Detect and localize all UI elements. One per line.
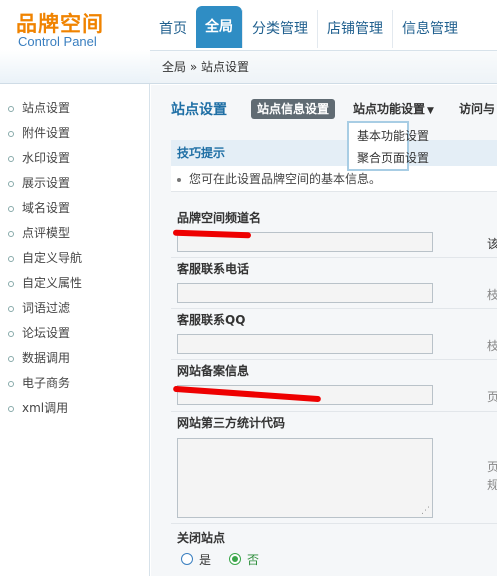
stats-hint-2: 规 [487, 478, 497, 492]
phone-hint: 枝 [487, 288, 497, 302]
top-nav: 首页 全局 分类管理 店铺管理 信息管理 [150, 6, 497, 48]
bullet-icon [8, 255, 14, 262]
qq-hint: 枝 [487, 339, 497, 353]
header: 品牌空间 Control Panel 首页 全局 分类管理 店铺管理 信息管理 [0, 0, 497, 50]
subtab-site-info[interactable]: 站点信息设置 [251, 99, 336, 119]
subtab-label: 站点功能设置 [353, 102, 426, 116]
bullet-icon [8, 105, 14, 112]
sidebar-item-label: 水印设置 [22, 151, 71, 165]
subtab-site-function[interactable]: 站点功能设置 ▼ [347, 99, 440, 119]
radio-no-label: 否 [247, 552, 260, 567]
sidebar-item-attachment[interactable]: 附件设置 [0, 121, 149, 146]
sidebar: 站点设置 附件设置 水印设置 展示设置 域名设置 点评模型 自定义导航 自定义属… [0, 84, 150, 576]
bullet-icon [8, 380, 14, 387]
radio-yes-label: 是 [199, 552, 212, 567]
channel-name-hint: 该 [487, 237, 497, 251]
sidebar-item-label: 附件设置 [22, 126, 71, 140]
nav-tab-global[interactable]: 全局 [196, 6, 242, 48]
settings-panel: 技巧提示 您可在此设置品牌空间的基本信息。 品牌空间频道名 该 客服联系电话 枝… [171, 140, 497, 576]
dot-icon [177, 177, 181, 182]
dropdown-item-aggregate[interactable]: 聚合页面设置 [349, 147, 429, 169]
nav-tab-home[interactable]: 首页 [150, 10, 196, 48]
bullet-icon [8, 205, 14, 212]
stats-label: 网站第三方统计代码 [177, 416, 286, 430]
tips-title: 技巧提示 [171, 140, 497, 166]
sidebar-item-site[interactable]: 站点设置 [0, 96, 149, 121]
bullet-icon [8, 305, 14, 312]
nav-tab-info[interactable]: 信息管理 [392, 10, 467, 48]
resize-grip-icon[interactable]: ⋰ [421, 506, 430, 516]
stats-hint-1: 页 [487, 460, 497, 474]
sidebar-item-watermark[interactable]: 水印设置 [0, 146, 149, 171]
sidebar-item-custom-attr[interactable]: 自定义属性 [0, 271, 149, 296]
page-header: 站点设置 站点信息设置 站点功能设置 ▼ 访问与 [171, 99, 497, 121]
sidebar-item-label: 自定义导航 [22, 251, 83, 265]
sidebar-item-label: 站点设置 [22, 101, 71, 115]
sidebar-item-label: 论坛设置 [22, 326, 71, 340]
radio-yes[interactable] [181, 553, 193, 565]
sidebar-item-xml[interactable]: xml调用 [0, 396, 149, 421]
divider [171, 257, 497, 258]
function-dropdown-menu: 基本功能设置 聚合页面设置 [347, 121, 429, 171]
sidebar-item-label: 展示设置 [22, 176, 71, 190]
divider [171, 411, 497, 412]
page-title: 站点设置 [171, 102, 227, 118]
nav-tab-shop[interactable]: 店铺管理 [317, 10, 392, 48]
qq-label: 客服联系QQ [177, 313, 246, 327]
sidebar-item-domain[interactable]: 域名设置 [0, 196, 149, 221]
bullet-icon [8, 180, 14, 187]
bullet-icon [8, 155, 14, 162]
sidebar-item-label: 电子商务 [22, 376, 71, 390]
tips-body: 您可在此设置品牌空间的基本信息。 [171, 166, 497, 192]
phone-label: 客服联系电话 [177, 262, 250, 276]
caret-down-icon: ▼ [427, 106, 434, 116]
phone-input[interactable] [177, 283, 433, 303]
divider [171, 523, 497, 524]
bullet-icon [8, 280, 14, 287]
sidebar-item-label: 自定义属性 [22, 276, 83, 290]
close-site-label: 关闭站点 [177, 531, 226, 545]
sidebar-item-data-call[interactable]: 数据调用 [0, 346, 149, 371]
tips-text: 您可在此设置品牌空间的基本信息。 [189, 172, 382, 186]
qq-input[interactable] [177, 334, 433, 354]
divider [171, 359, 497, 360]
icp-hint: 页 [487, 390, 497, 404]
logo[interactable]: 品牌空间 Control Panel [16, 8, 146, 49]
channel-name-label: 品牌空间频道名 [177, 211, 262, 225]
sidebar-item-display[interactable]: 展示设置 [0, 171, 149, 196]
sidebar-header [0, 50, 150, 84]
radio-no[interactable] [229, 553, 242, 565]
bullet-icon [8, 130, 14, 137]
sidebar-item-label: 词语过滤 [22, 301, 71, 315]
bullet-icon [8, 230, 14, 237]
bullet-icon [8, 405, 14, 412]
main-content: 站点设置 站点信息设置 站点功能设置 ▼ 访问与 基本功能设置 聚合页面设置 技巧… [151, 85, 497, 576]
divider [171, 308, 497, 309]
sidebar-item-label: 点评模型 [22, 226, 71, 240]
stats-textarea[interactable]: ⋰ [177, 438, 433, 518]
nav-tab-category[interactable]: 分类管理 [242, 10, 317, 48]
sidebar-item-forum[interactable]: 论坛设置 [0, 321, 149, 346]
sidebar-item-ecommerce[interactable]: 电子商务 [0, 371, 149, 396]
sidebar-item-word-filter[interactable]: 词语过滤 [0, 296, 149, 321]
close-site-radios: 是 否 [181, 550, 277, 568]
icp-label: 网站备案信息 [177, 364, 250, 378]
logo-subtitle: Control Panel [18, 34, 97, 49]
bullet-icon [8, 330, 14, 337]
sidebar-item-review-model[interactable]: 点评模型 [0, 221, 149, 246]
sidebar-item-label: 域名设置 [22, 201, 71, 215]
bullet-icon [8, 355, 14, 362]
sidebar-item-custom-nav[interactable]: 自定义导航 [0, 246, 149, 271]
sidebar-item-label: xml调用 [22, 401, 69, 415]
sidebar-item-label: 数据调用 [22, 351, 71, 365]
dropdown-item-basic[interactable]: 基本功能设置 [349, 125, 429, 147]
breadcrumb: 全局 » 站点设置 [150, 50, 497, 84]
subtab-access[interactable]: 访问与 [453, 99, 497, 119]
